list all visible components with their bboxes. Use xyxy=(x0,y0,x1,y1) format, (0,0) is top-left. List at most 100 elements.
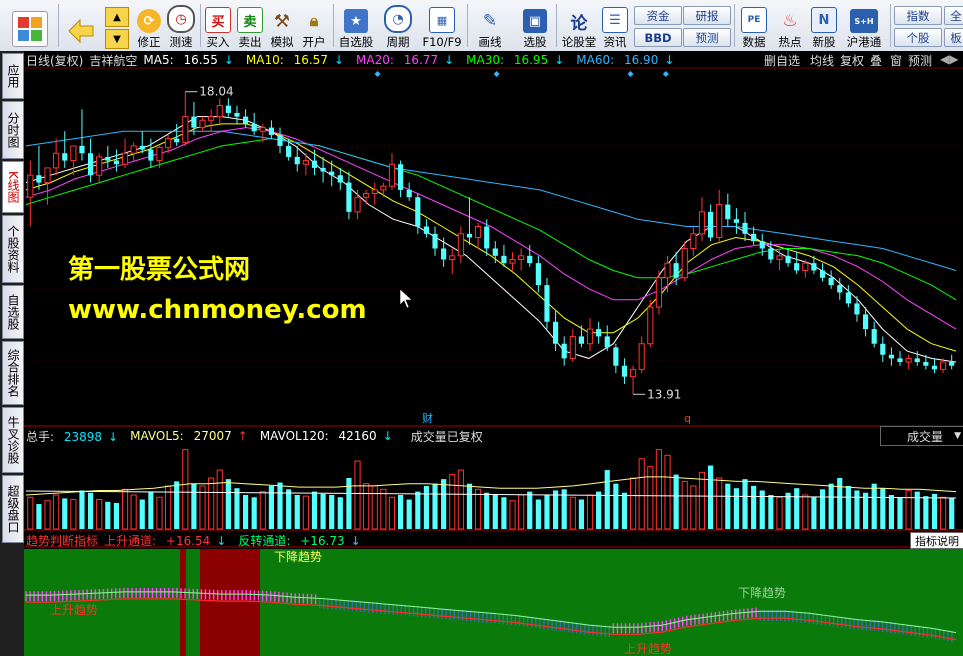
period-label[interactable]: 日线(复权) xyxy=(26,52,83,69)
indicator-name[interactable]: 趋势判断指标 xyxy=(26,532,98,549)
volume-bar xyxy=(466,483,473,529)
candle-body xyxy=(380,185,387,191)
candle-body xyxy=(949,362,955,366)
tab-kline[interactable]: K线图 xyxy=(2,161,24,213)
speedtest-label: 测速 xyxy=(169,35,193,49)
buy-button[interactable]: 买 买入 xyxy=(203,2,233,49)
sell-button[interactable]: 卖 卖出 xyxy=(235,2,265,49)
volume-bar xyxy=(802,494,809,530)
hot-button[interactable]: ♨ 热点 xyxy=(774,2,806,49)
tab-profile[interactable]: 个股资料 xyxy=(2,215,24,283)
speedtest-button[interactable]: ◷ 测速 xyxy=(166,2,196,49)
overlay-button[interactable]: 叠 xyxy=(870,52,882,69)
capital-button[interactable]: 资金 xyxy=(634,6,682,25)
new-stock-button[interactable]: N 新股 xyxy=(808,2,840,49)
tab-ranking[interactable]: 综合排名 xyxy=(2,341,24,405)
volume-bar xyxy=(863,492,869,529)
remove-watchlist-button[interactable]: 删自选 xyxy=(764,52,800,69)
fix-label: 修正 xyxy=(137,35,161,49)
index-button[interactable]: 指数 xyxy=(894,6,942,25)
low-price-label: 13.91 xyxy=(647,387,681,401)
volume-bar xyxy=(888,495,894,529)
volume-bar xyxy=(406,499,412,529)
separator xyxy=(58,4,59,47)
volume-bar xyxy=(742,479,748,529)
period-button[interactable]: ◔ 周期 xyxy=(378,2,418,49)
tab-level2[interactable]: 超级盘口 xyxy=(2,475,24,543)
forecast-button[interactable]: 预测 xyxy=(683,28,731,47)
lock-icon: 🔒︎ xyxy=(309,11,319,30)
fix-button[interactable]: ⟳ 修正 xyxy=(134,2,164,49)
volume-bar xyxy=(638,458,645,530)
volume-bar xyxy=(751,485,757,529)
open-account-button[interactable]: 🔒︎ 开户 xyxy=(299,2,329,49)
window-button[interactable]: 窗 xyxy=(890,52,902,69)
candle-body xyxy=(36,175,42,183)
candle-body xyxy=(121,152,129,165)
volume-bar xyxy=(940,496,947,530)
tab-intraday[interactable]: 分时图 xyxy=(2,101,24,159)
candle-body xyxy=(544,285,550,322)
candle-body xyxy=(828,277,834,286)
volume-bar xyxy=(329,495,335,529)
period-label: 周期 xyxy=(386,35,410,49)
select-stock-button[interactable]: ▣ 选股 xyxy=(514,2,556,49)
volume-bar xyxy=(698,471,706,530)
candle-body xyxy=(630,368,637,378)
back-button[interactable] xyxy=(63,2,99,49)
volume-bar xyxy=(845,485,851,529)
candle-body xyxy=(535,263,541,286)
tab-watchlist[interactable]: 自选股 xyxy=(2,285,24,339)
candle-body xyxy=(655,277,662,308)
volume-bar xyxy=(527,491,533,529)
sector-button[interactable]: 板 xyxy=(944,28,963,47)
updown-button[interactable]: ▲ ▼ xyxy=(104,2,130,49)
single-stock-button[interactable]: 个股 xyxy=(894,28,942,47)
candle-body xyxy=(888,354,894,359)
draw-line-button[interactable]: ✎ 画线 xyxy=(470,2,510,49)
research-button[interactable]: 研报 xyxy=(683,6,731,25)
main-menu-button[interactable] xyxy=(10,2,50,49)
watchlist-button[interactable]: ★ 自选股 xyxy=(336,2,376,49)
indicator-help-button[interactable]: 指标说明 xyxy=(910,532,963,549)
f10-button[interactable]: ▦ F10/F9 xyxy=(420,2,464,49)
chart-canvas[interactable]: 18.0413.91财 q上升趋势下降趋势下降趋势上升趋势 xyxy=(24,51,963,656)
volume-bar xyxy=(79,490,85,529)
volume-bar xyxy=(388,496,396,530)
ma-button[interactable]: 均线 xyxy=(810,52,834,69)
news-button[interactable]: ☰ 资讯 xyxy=(600,2,630,49)
indicator-bg xyxy=(24,549,963,656)
volume-header: 总手: 23898 ↓ MAVOL5: 27007 ↑ MAVOL120: 4216… xyxy=(26,428,489,444)
news-icon: ☰ xyxy=(602,7,628,33)
forum-button[interactable]: 论 论股堂 xyxy=(560,2,598,50)
open-account-label: 开户 xyxy=(302,35,326,49)
data-button[interactable]: PE 数据 xyxy=(738,2,770,49)
bbd-button[interactable]: BBD xyxy=(634,28,682,47)
adjust-button[interactable]: 复权 xyxy=(840,52,864,69)
panel-arrows-icon[interactable]: ◀▶ xyxy=(940,52,958,66)
volume-bar xyxy=(776,496,783,530)
event-diamond-icon xyxy=(662,71,669,77)
q-marker: q xyxy=(684,412,691,425)
candle-body xyxy=(156,146,163,162)
tab-diagnose[interactable]: 牛叉诊股 xyxy=(2,407,24,473)
volume-bar xyxy=(156,496,163,530)
separator xyxy=(200,4,201,47)
data-label: 数据 xyxy=(742,35,766,49)
candle-body xyxy=(371,189,378,195)
all-button[interactable]: 全 xyxy=(944,6,963,25)
candle-body xyxy=(27,174,34,198)
simulate-button[interactable]: ⚒ 模拟 xyxy=(267,2,297,50)
indicator-select[interactable]: 成交量 ▼ xyxy=(880,426,963,446)
separator xyxy=(467,4,468,47)
candle-body xyxy=(905,357,912,363)
tab-app[interactable]: 应用 xyxy=(2,53,24,99)
candle-body xyxy=(449,255,456,260)
predict-button[interactable]: 预测 xyxy=(908,52,932,69)
hk-connect-button[interactable]: S+H 沪港通 xyxy=(842,2,886,49)
volume-bar xyxy=(337,497,343,529)
candle-body xyxy=(553,321,559,344)
volume-bar xyxy=(681,480,688,530)
fix-icon: ⟳ xyxy=(137,9,161,33)
volume-bar xyxy=(423,485,429,529)
